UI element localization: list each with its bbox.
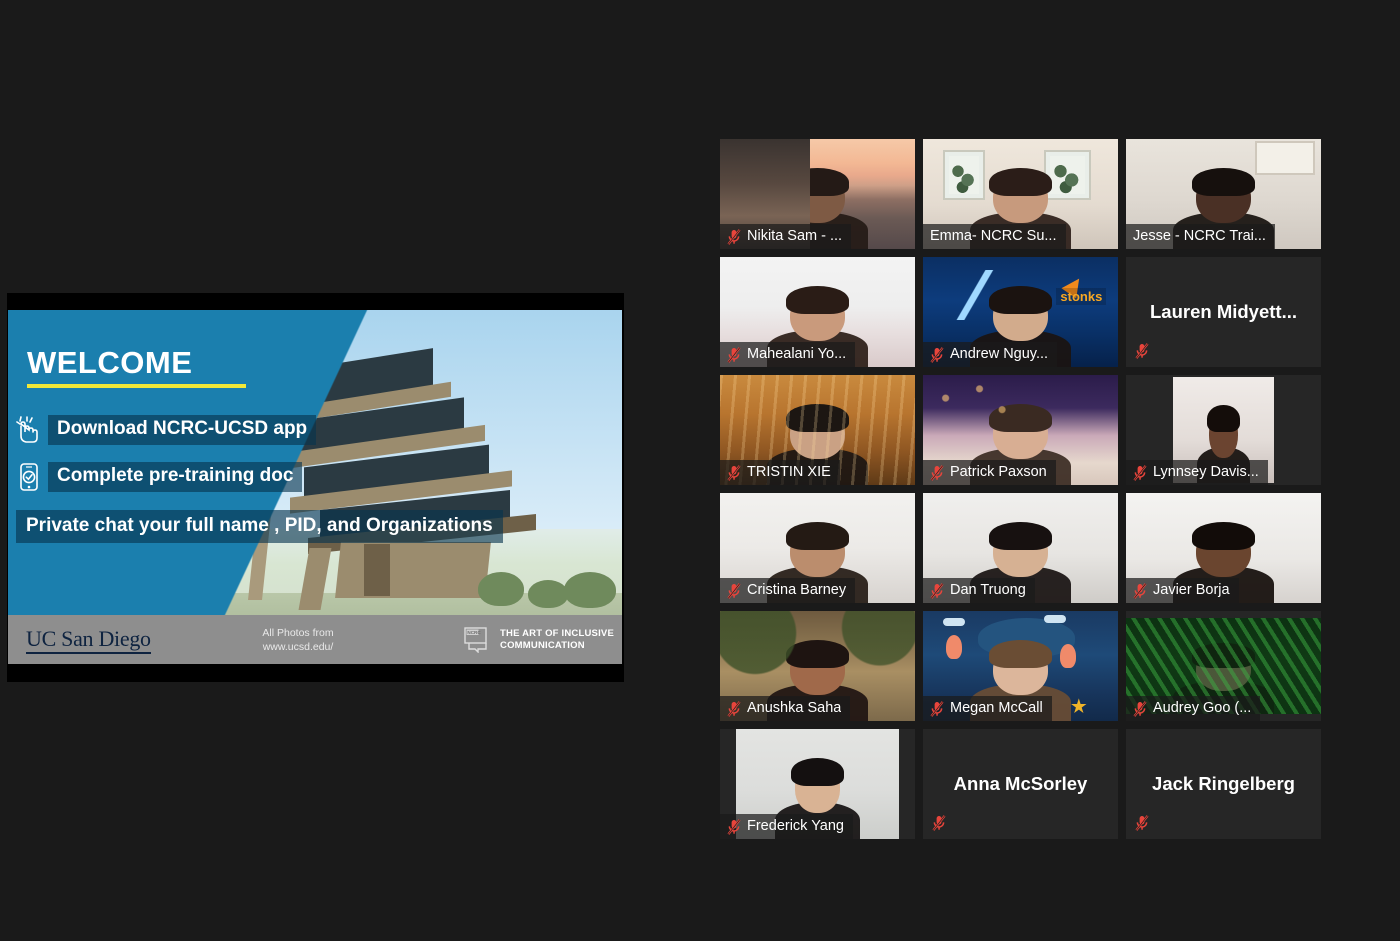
participant-name-bar: Patrick Paxson [923, 460, 1056, 485]
slide-bullet-2-text: Complete pre-training doc [48, 462, 303, 492]
participant-name: Javier Borja [1153, 583, 1230, 598]
participant-tile[interactable]: Megan McCall [923, 611, 1118, 721]
participant-name-bar: Megan McCall [923, 696, 1052, 721]
participant-tile[interactable]: stonks Andrew Nguy... [923, 257, 1118, 367]
participant-name: Megan McCall [950, 701, 1043, 716]
participant-tile[interactable]: Jesse - NCRC Trai... [1126, 139, 1321, 249]
participant-tile[interactable]: TRISTIN XIE [720, 375, 915, 485]
participant-name: Mahealani Yo... [747, 347, 847, 362]
participant-tile[interactable]: Javier Borja [1126, 493, 1321, 603]
mic-muted-icon [727, 346, 741, 363]
participant-name-bar: Nikita Sam - ... [720, 224, 852, 249]
mic-muted-icon [930, 582, 944, 599]
participant-tile[interactable]: Emma- NCRC Su... [923, 139, 1118, 249]
participant-name-bar: Cristina Barney [720, 578, 856, 603]
participant-name-bar: Audrey Goo (... [1126, 696, 1261, 721]
participant-name-bar: TRISTIN XIE [720, 460, 840, 485]
participant-name: Andrew Nguy... [950, 347, 1049, 362]
ncrc-tagline-line2: COMMUNICATION [500, 640, 585, 651]
mic-muted-icon [1133, 700, 1147, 717]
title-underline [27, 384, 246, 388]
participant-name: TRISTIN XIE [747, 465, 831, 480]
participant-name-bar: Jesse - NCRC Trai... [1126, 224, 1275, 249]
participant-tile[interactable]: Patrick Paxson [923, 375, 1118, 485]
slide-callout-text: Private chat your full name , PID, and O… [16, 510, 503, 543]
participant-name-bar: Mahealani Yo... [720, 342, 856, 367]
slide-bullet-1-text: Download NCRC-UCSD app [48, 415, 317, 445]
mic-muted-icon [727, 228, 741, 245]
slide-bullet-2: Complete pre-training doc [16, 462, 303, 492]
mic-muted-icon [727, 464, 741, 481]
participant-tile[interactable]: Lynnsey Davis... [1126, 375, 1321, 485]
participant-name-bar: Frederick Yang [720, 814, 853, 839]
svg-text:NCRC: NCRC [467, 630, 481, 635]
participant-tile[interactable]: Anushka Saha [720, 611, 915, 721]
participant-name-bar: Anushka Saha [720, 696, 851, 721]
mic-muted-icon [932, 815, 946, 831]
participant-name: Jesse - NCRC Trai... [1133, 229, 1266, 244]
participant-tile[interactable]: Anna McSorley [923, 729, 1118, 839]
participant-name: Dan Truong [950, 583, 1026, 598]
slide-footer: UC San Diego All Photos from www.ucsd.ed… [8, 615, 622, 664]
participant-name: Anushka Saha [747, 701, 842, 716]
participant-grid: Nikita Sam - ... Emma- NCRC Su... Jesse - … [720, 139, 1323, 839]
participant-name: Audrey Goo (... [1153, 701, 1252, 716]
participant-name: Lauren Midyett... [1150, 301, 1297, 322]
mic-muted-icon [727, 818, 741, 835]
participant-tile[interactable]: Audrey Goo (... [1126, 611, 1321, 721]
mic-muted-icon [930, 346, 944, 363]
mic-muted-icon [727, 582, 741, 599]
ncrc-tagline: THE ART OF INCLUSIVE COMMUNICATION [500, 628, 614, 652]
participant-tile[interactable]: Cristina Barney [720, 493, 915, 603]
ncrc-tagline-line1: THE ART OF INCLUSIVE [500, 628, 614, 640]
mic-muted-indicator [1135, 343, 1149, 359]
participant-name-bar: Lynnsey Davis... [1126, 460, 1268, 485]
participant-tile[interactable]: Dan Truong [923, 493, 1118, 603]
participant-name-bar: Dan Truong [923, 578, 1035, 603]
participant-name-bar: Javier Borja [1126, 578, 1239, 603]
zoom-meeting-window: WELCOME Download NCRC-UCSD app Complete … [0, 0, 1400, 941]
participant-name: Lynnsey Davis... [1153, 465, 1259, 480]
participant-name: Nikita Sam - ... [747, 229, 843, 244]
mic-muted-icon [727, 700, 741, 717]
mic-muted-icon [1135, 343, 1149, 359]
participant-tile[interactable]: Mahealani Yo... [720, 257, 915, 367]
slide-title: WELCOME [27, 345, 193, 380]
mic-muted-indicator [932, 815, 946, 831]
participant-tile[interactable]: Nikita Sam - ... [720, 139, 915, 249]
tap-hand-icon [16, 415, 42, 445]
mic-muted-indicator [1135, 815, 1149, 831]
presentation-slide[interactable]: WELCOME Download NCRC-UCSD app Complete … [8, 310, 622, 664]
participant-tile[interactable]: Jack Ringelberg [1126, 729, 1321, 839]
mic-muted-icon [1135, 815, 1149, 831]
mic-muted-icon [1133, 582, 1147, 599]
mobile-check-icon [16, 462, 42, 492]
participant-name: Anna McSorley [953, 773, 1088, 794]
participant-name-bar: Emma- NCRC Su... [923, 224, 1066, 249]
mic-muted-icon [930, 464, 944, 481]
participant-tile[interactable]: Lauren Midyett... [1126, 257, 1321, 367]
slide-bullet-1: Download NCRC-UCSD app [16, 415, 317, 445]
participant-tile[interactable]: Frederick Yang [720, 729, 915, 839]
participant-name: Frederick Yang [747, 819, 844, 834]
participant-name-bar: Andrew Nguy... [923, 342, 1058, 367]
participant-name: Emma- NCRC Su... [930, 229, 1057, 244]
ncrc-logo-icon: NCRC [464, 627, 493, 654]
participant-name: Patrick Paxson [950, 465, 1047, 480]
ncrc-branding: NCRC THE ART OF INCLUSIVE COMMUNICATION [464, 627, 614, 654]
participant-name: Cristina Barney [747, 583, 847, 598]
shared-screen-region[interactable]: WELCOME Download NCRC-UCSD app Complete … [7, 293, 624, 682]
participant-name: Jack Ringelberg [1152, 773, 1295, 794]
mic-muted-icon [1133, 464, 1147, 481]
mic-muted-icon [930, 700, 944, 717]
